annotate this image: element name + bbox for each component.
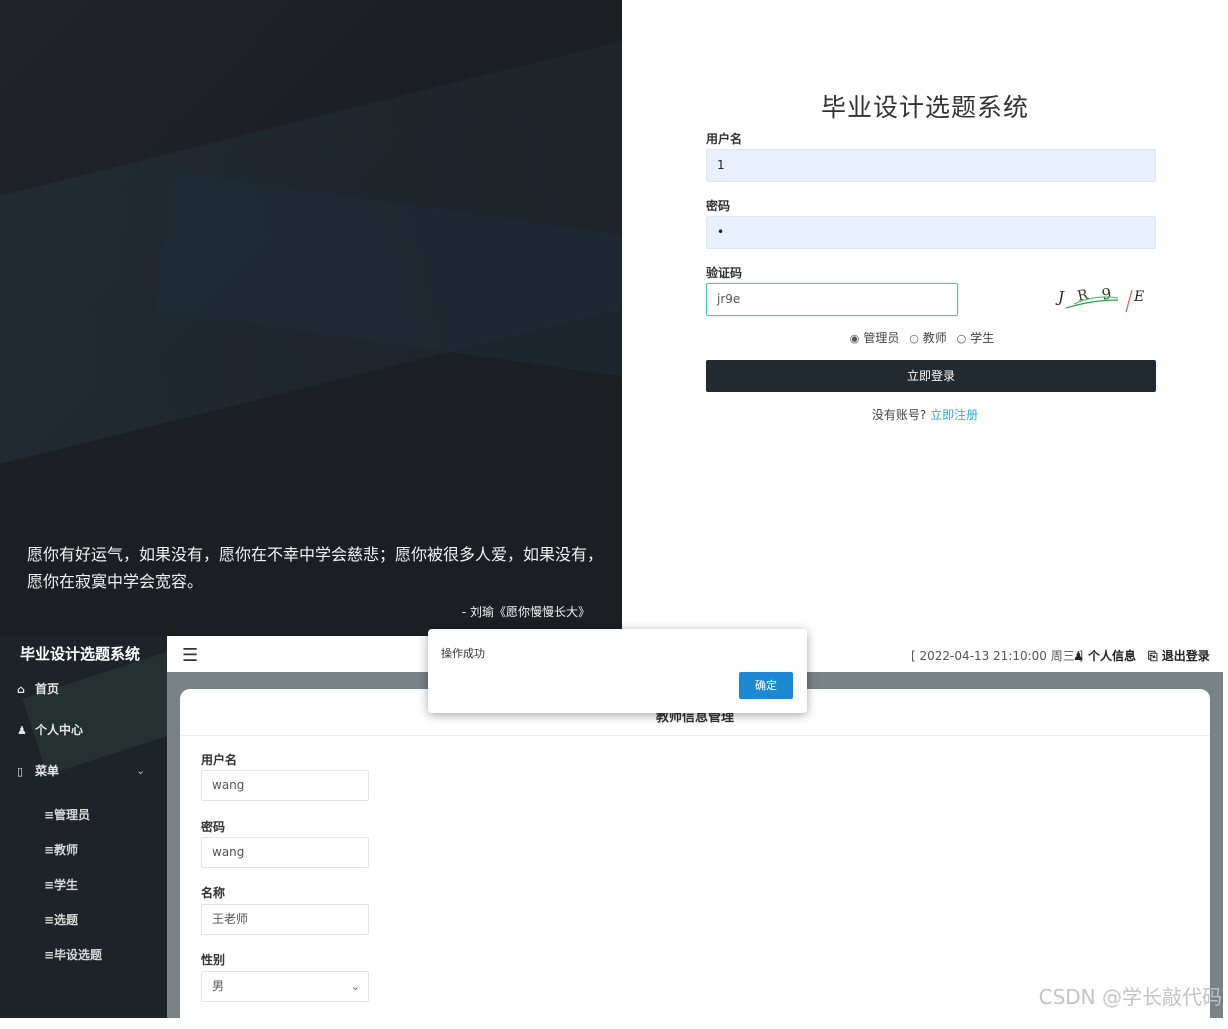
sidebar-item-label: 菜单 <box>35 764 59 778</box>
user-icon: ♟ <box>17 724 35 737</box>
password-label: 密码 <box>706 197 730 214</box>
login-hero-panel: 愿你有好运气，如果没有，愿你在不幸中学会慈悲；愿你被很多人爱，如果没有，愿你在寂… <box>0 0 622 636</box>
logout-link-label: 退出登录 <box>1162 649 1210 663</box>
user-icon: ♟ <box>1073 649 1088 663</box>
sidebar-item-label: 个人中心 <box>35 723 83 737</box>
main-content: 教师信息管理 用户名 wang 密码 wang 名称 王老师 性别 男 ⌄ <box>167 672 1223 1018</box>
sidebar-item-menu[interactable]: ▯菜单 <box>17 762 59 779</box>
chevron-down-icon: ⌄ <box>351 972 360 1001</box>
captcha-image[interactable]: J R 9 E <box>1052 278 1152 318</box>
sidebar-item-label: 首页 <box>35 682 59 696</box>
form-name-label: 名称 <box>201 884 225 901</box>
radio-empty-icon: ○ <box>957 332 967 345</box>
sidebar-subitem-admin[interactable]: ≡管理员 <box>44 806 90 823</box>
profile-link-label: 个人信息 <box>1088 649 1136 663</box>
watermark: CSDN @学长敲代码 <box>1039 981 1222 1010</box>
role-label: 管理员 <box>863 331 899 345</box>
home-icon: ⌂ <box>17 683 35 696</box>
captcha-input[interactable]: jr9e <box>706 283 958 316</box>
password-input[interactable]: • <box>706 216 1156 249</box>
register-link[interactable]: 立即注册 <box>930 408 978 422</box>
sidebar-subitem-thesis-topic[interactable]: ≡毕设选题 <box>44 946 102 963</box>
sidebar-item-profile[interactable]: ♟个人中心 <box>17 721 83 738</box>
form-gender-select[interactable]: 男 ⌄ <box>201 971 369 1002</box>
role-label: 学生 <box>970 331 994 345</box>
login-button[interactable]: 立即登录 <box>706 360 1156 392</box>
sidebar: 毕业设计选题系统 ⌂首页 ♟个人中心 ▯菜单 ⌄ ≡管理员 ≡教师 ≡学生 ≡选… <box>0 636 167 1018</box>
username-label: 用户名 <box>706 130 742 147</box>
success-dialog: 操作成功 确定 <box>428 629 807 713</box>
form-password-input[interactable]: wang <box>201 837 369 868</box>
form-name-input[interactable]: 王老师 <box>201 904 369 935</box>
profile-link[interactable]: ♟ 个人信息 <box>1073 647 1136 664</box>
sidebar-subitem-teacher[interactable]: ≡教师 <box>44 841 78 858</box>
no-account-text: 没有账号? <box>872 408 926 422</box>
captcha-label: 验证码 <box>706 264 742 281</box>
radio-checked-icon: ◉ <box>850 332 860 345</box>
gender-selected-value: 男 <box>212 979 224 993</box>
quote-source: - 刘瑜《愿你慢慢长大》 <box>462 603 590 620</box>
role-radio-student[interactable]: ○学生 <box>957 329 995 346</box>
login-title: 毕业设计选题系统 <box>622 88 1228 124</box>
dialog-message: 操作成功 <box>441 645 485 661</box>
radio-empty-icon: ○ <box>909 332 919 345</box>
quote-text: 愿你有好运气，如果没有，愿你在不幸中学会慈悲；愿你被很多人爱，如果没有，愿你在寂… <box>27 541 607 595</box>
dialog-confirm-button[interactable]: 确定 <box>739 672 793 699</box>
form-gender-label: 性别 <box>201 951 225 968</box>
logout-icon: ⎘ <box>1148 649 1162 663</box>
svg-text:E: E <box>1133 289 1144 305</box>
role-radio-teacher[interactable]: ○ 教师 <box>909 329 947 346</box>
logout-link[interactable]: ⎘ 退出登录 <box>1148 647 1210 664</box>
chevron-down-icon[interactable]: ⌄ <box>136 764 145 777</box>
role-label: 教师 <box>923 331 947 345</box>
sidebar-item-home[interactable]: ⌂首页 <box>17 680 59 697</box>
hamburger-menu-icon[interactable]: ☰ <box>182 645 198 666</box>
form-card: 教师信息管理 用户名 wang 密码 wang 名称 王老师 性别 男 ⌄ <box>180 689 1210 1029</box>
role-selector: ◉管理员 ○教师 ○学生 <box>622 329 1228 346</box>
sidebar-subitem-student[interactable]: ≡学生 <box>44 876 78 893</box>
username-input[interactable]: 1 <box>706 149 1156 182</box>
form-username-label: 用户名 <box>201 751 237 768</box>
file-icon: ▯ <box>17 765 35 778</box>
datetime-display: [ 2022-04-13 21:10:00 周三 ] <box>911 647 1083 664</box>
form-username-input[interactable]: wang <box>201 770 369 801</box>
role-radio-admin[interactable]: ◉管理员 <box>850 329 900 346</box>
register-row: 没有账号? 立即注册 <box>622 406 1228 423</box>
login-panel: 毕业设计选题系统 用户名 1 密码 • 验证码 jr9e J R 9 E ◉管理… <box>622 0 1228 636</box>
divider <box>180 735 1210 736</box>
sidebar-subitem-topic[interactable]: ≡选题 <box>44 911 78 928</box>
form-password-label: 密码 <box>201 818 225 835</box>
svg-text:J: J <box>1055 288 1065 306</box>
brand-title: 毕业设计选题系统 <box>20 643 140 664</box>
